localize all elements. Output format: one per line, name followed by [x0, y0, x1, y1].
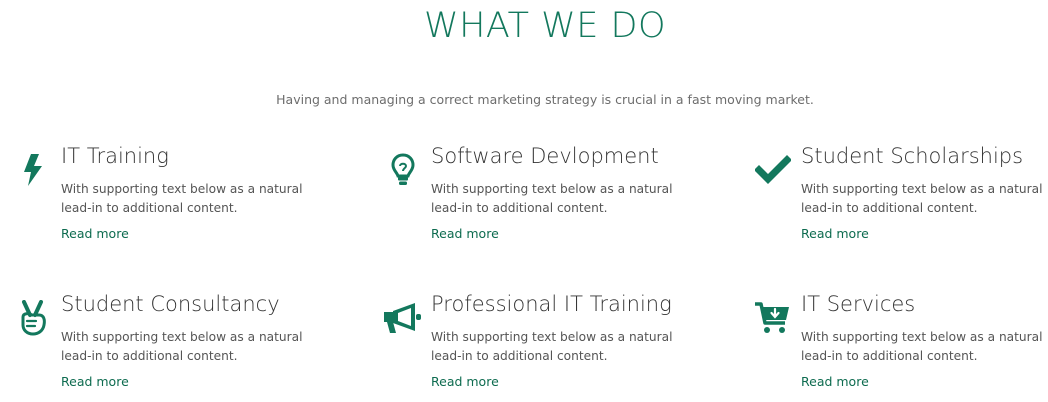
read-more-link[interactable]: Read more	[801, 374, 869, 389]
service-text: With supporting text below as a natural …	[801, 182, 1043, 215]
service-student-scholarships: Student Scholarships With supporting tex…	[753, 144, 1048, 254]
service-student-consultancy: Student Consultancy With supporting text…	[13, 292, 343, 402]
cart-download-icon	[753, 298, 793, 338]
service-title: Student Consultancy	[61, 292, 280, 316]
megaphone-icon	[383, 298, 423, 338]
service-text: With supporting text below as a natural …	[431, 182, 673, 215]
section-title: WHAT WE DO	[423, 6, 666, 46]
service-professional-it-training: Professional IT Training With supporting…	[383, 292, 713, 402]
checkmark-icon	[753, 150, 793, 190]
service-software-development: Software Devlopment With supporting text…	[383, 144, 713, 254]
service-title: Software Devlopment	[431, 144, 659, 168]
service-title: IT Services	[801, 292, 916, 316]
service-text: With supporting text below as a natural …	[61, 330, 303, 363]
service-text: With supporting text below as a natural …	[61, 182, 303, 215]
lightning-bolt-icon	[13, 150, 53, 190]
service-title: Professional IT Training	[431, 292, 672, 316]
service-it-training: IT Training With supporting text below a…	[13, 144, 343, 254]
section-subtitle: Having and managing a correct marketing …	[276, 92, 814, 107]
service-it-services: IT Services With supporting text below a…	[753, 292, 1048, 402]
lightbulb-icon	[383, 150, 423, 190]
read-more-link[interactable]: Read more	[61, 226, 129, 241]
service-title: Student Scholarships	[801, 144, 1024, 168]
service-text: With supporting text below as a natural …	[431, 330, 673, 363]
read-more-link[interactable]: Read more	[61, 374, 129, 389]
read-more-link[interactable]: Read more	[801, 226, 869, 241]
read-more-link[interactable]: Read more	[431, 226, 499, 241]
peace-hand-icon	[13, 298, 53, 338]
read-more-link[interactable]: Read more	[431, 374, 499, 389]
service-text: With supporting text below as a natural …	[801, 330, 1043, 363]
service-title: IT Training	[61, 144, 169, 168]
